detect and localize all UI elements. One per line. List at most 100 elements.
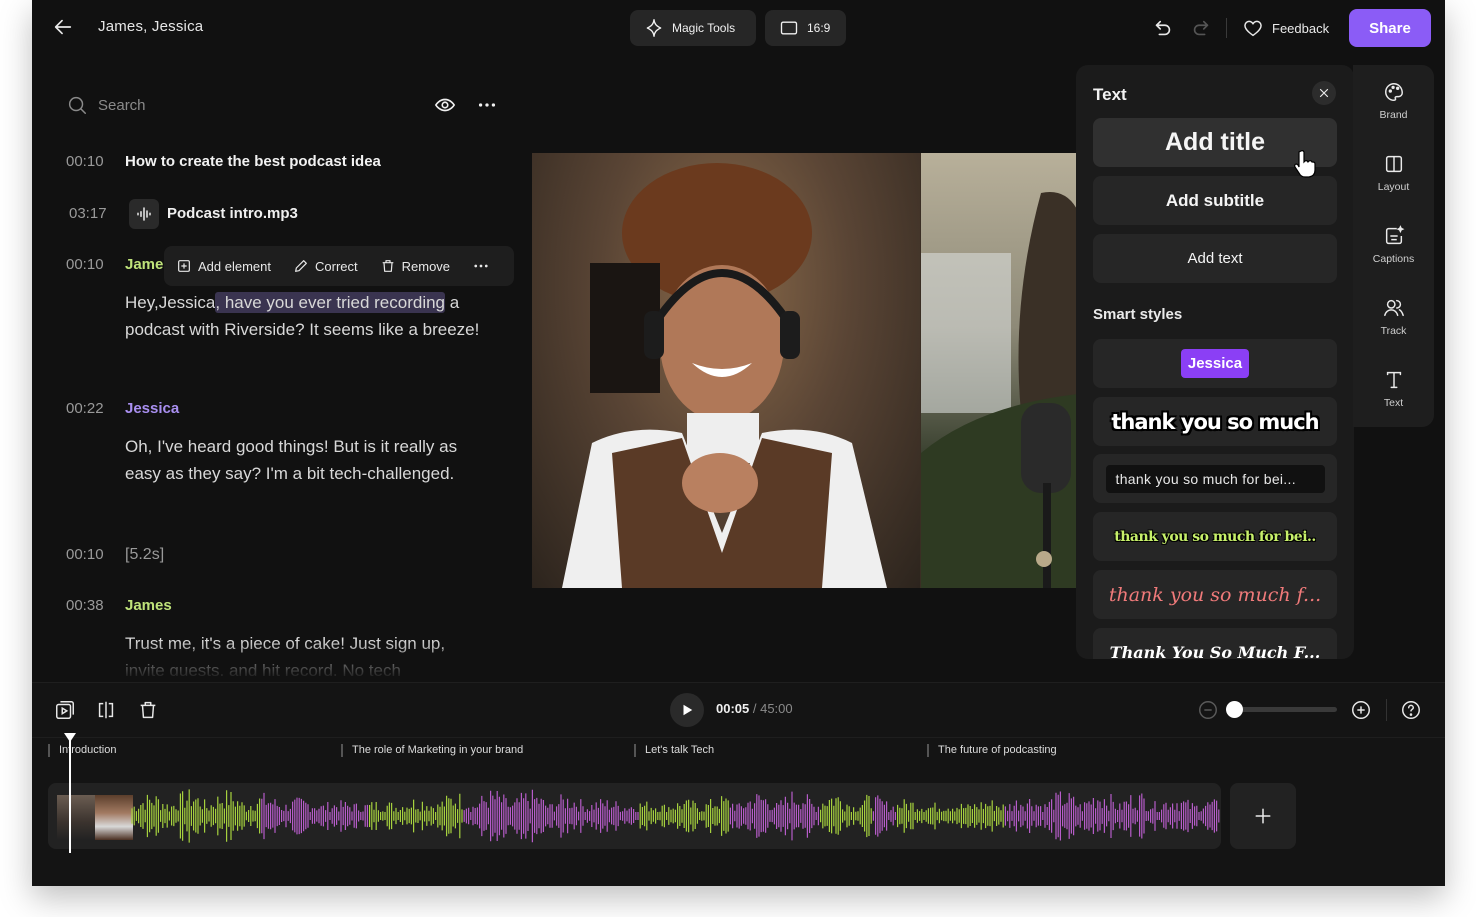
timestamp[interactable]: 00:10 [66, 153, 104, 170]
divider [1226, 18, 1227, 38]
current-time: 00:05 [716, 701, 750, 716]
smart-style-script[interactable]: thank you so much f... [1093, 570, 1337, 619]
rail-label: Track [1380, 325, 1407, 337]
correct-button[interactable]: Correct [293, 258, 358, 274]
video-preview[interactable] [532, 153, 1088, 588]
search-icon [68, 96, 86, 114]
trash-icon [382, 260, 393, 272]
rail-item-track[interactable]: Track [1353, 297, 1434, 353]
chapter-marker[interactable]: The future of podcasting [927, 744, 1057, 757]
pencil-icon [295, 260, 307, 272]
back-arrow-icon[interactable] [52, 16, 74, 38]
play-icon [683, 704, 693, 716]
rail-item-captions[interactable]: Captions [1353, 225, 1434, 281]
smart-style-boxed[interactable]: thank you so much for bei... [1093, 454, 1337, 503]
text-panel: Text Add title Add subtitle Add text Sma… [1076, 65, 1354, 659]
zoom-slider[interactable] [1226, 701, 1337, 718]
style-preview: thank you so much [1111, 409, 1319, 434]
audio-file-badge [129, 199, 159, 229]
transcript-search[interactable]: Search [66, 94, 146, 116]
timestamp[interactable]: 00:10 [66, 546, 104, 563]
search-placeholder: Search [98, 96, 146, 114]
chapter-marker[interactable]: Let's talk Tech [634, 744, 714, 757]
clip-play-icon[interactable] [54, 699, 76, 721]
sparkle-icon [646, 19, 662, 37]
feedback-button[interactable]: Feedback [1242, 17, 1329, 39]
project-title: James, Jessica [98, 18, 204, 35]
timestamp[interactable]: 00:22 [66, 400, 104, 417]
smart-style-serif-italic[interactable]: Thank You So Much F... [1093, 628, 1337, 659]
add-track-button[interactable] [1230, 783, 1296, 849]
selected-text[interactable]: , have you ever tried recording [215, 292, 446, 313]
smart-style-speaker-tag[interactable]: Jessica [1093, 339, 1337, 388]
timestamp[interactable]: 00:10 [66, 256, 104, 273]
trash-icon[interactable] [137, 699, 159, 721]
transcript-paragraph[interactable]: Hey,Jessica, have you ever tried recordi… [125, 289, 485, 343]
right-rail: Brand Layout Captions Track Text [1353, 65, 1434, 427]
aspect-ratio-label: 16:9 [807, 21, 831, 35]
undo-icon[interactable] [1152, 17, 1174, 39]
section-title[interactable]: How to create the best podcast idea [125, 153, 381, 170]
smart-styles-heading: Smart styles [1093, 306, 1183, 323]
help-icon[interactable] [1400, 699, 1422, 721]
add-text-button[interactable]: Add text [1093, 234, 1337, 283]
pause-marker[interactable]: [5.2s] [125, 546, 164, 564]
add-subtitle-button[interactable]: Add subtitle [1093, 176, 1337, 225]
chapter-marker[interactable]: The role of Marketing in your brand [341, 744, 523, 757]
layout-icon [1385, 155, 1402, 173]
person-illustration [921, 192, 1088, 588]
eye-icon[interactable] [434, 94, 456, 116]
close-panel-button[interactable] [1312, 81, 1336, 105]
magic-tools-label: Magic Tools [672, 21, 736, 35]
aspect-ratio-button[interactable]: 16:9 [765, 10, 846, 46]
play-button[interactable] [670, 693, 704, 727]
timestamp[interactable]: 00:38 [66, 597, 104, 614]
magic-tools-button[interactable]: Magic Tools [630, 10, 756, 46]
rail-item-text[interactable]: Text [1353, 369, 1434, 425]
transcript-paragraph[interactable]: Oh, I've heard good things! But is it re… [125, 433, 485, 487]
style-preview: thank you so much for bei... [1105, 464, 1325, 493]
selection-toolbar: Add element Correct Remove [164, 246, 514, 286]
style-preview: Thank You So Much F... [1109, 643, 1321, 659]
smart-style-bold-outline[interactable]: thank you so much [1093, 397, 1337, 446]
audio-video-track[interactable] [48, 783, 1221, 849]
correct-label: Correct [315, 258, 358, 274]
style-preview: Jessica [1180, 349, 1250, 378]
camera-feed-james [921, 153, 1088, 588]
editor-window: James, Jessica Magic Tools 16:9 Feedback… [32, 0, 1445, 886]
playhead-handle[interactable] [64, 733, 76, 742]
palette-icon [1384, 83, 1403, 101]
plus-icon [1255, 808, 1271, 824]
more-options-icon[interactable] [476, 94, 498, 116]
audio-file-name[interactable]: Podcast intro.mp3 [167, 205, 298, 222]
playhead[interactable] [64, 733, 76, 853]
redo-icon[interactable] [1190, 17, 1212, 39]
zoom-in-icon[interactable] [1350, 699, 1372, 721]
aspect-ratio-icon [780, 21, 798, 35]
speaker-name[interactable]: Jessica [125, 400, 179, 417]
remove-button[interactable]: Remove [380, 258, 450, 274]
rail-item-brand[interactable]: Brand [1353, 81, 1434, 137]
people-icon [1383, 299, 1404, 317]
zoom-slider-handle[interactable] [1226, 701, 1243, 718]
smart-style-green-serif[interactable]: thank you so much for bei.. [1093, 512, 1337, 561]
speaker-name[interactable]: James [125, 597, 172, 614]
zoom-out-icon[interactable] [1197, 699, 1219, 721]
paragraph-text: Hey,Jessica [125, 293, 216, 312]
add-square-icon [178, 260, 190, 272]
split-icon[interactable] [95, 699, 117, 721]
playback-time: 00:05 / 45:00 [716, 701, 793, 716]
rail-item-layout[interactable]: Layout [1353, 153, 1434, 209]
audio-wave-icon [137, 207, 151, 221]
text-icon [1386, 371, 1401, 389]
share-button[interactable]: Share [1349, 9, 1431, 47]
divider [1386, 699, 1387, 721]
add-title-button[interactable]: Add title [1093, 118, 1337, 167]
chapter-marker[interactable]: Introduction [48, 744, 116, 757]
more-options-icon[interactable] [472, 257, 490, 275]
rail-label: Layout [1377, 181, 1410, 193]
scroll-fade [112, 640, 532, 680]
add-element-button[interactable]: Add element [176, 258, 271, 274]
chapter-markers: Introduction The role of Marketing in yo… [32, 737, 1445, 767]
timestamp[interactable]: 03:17 [69, 205, 107, 222]
